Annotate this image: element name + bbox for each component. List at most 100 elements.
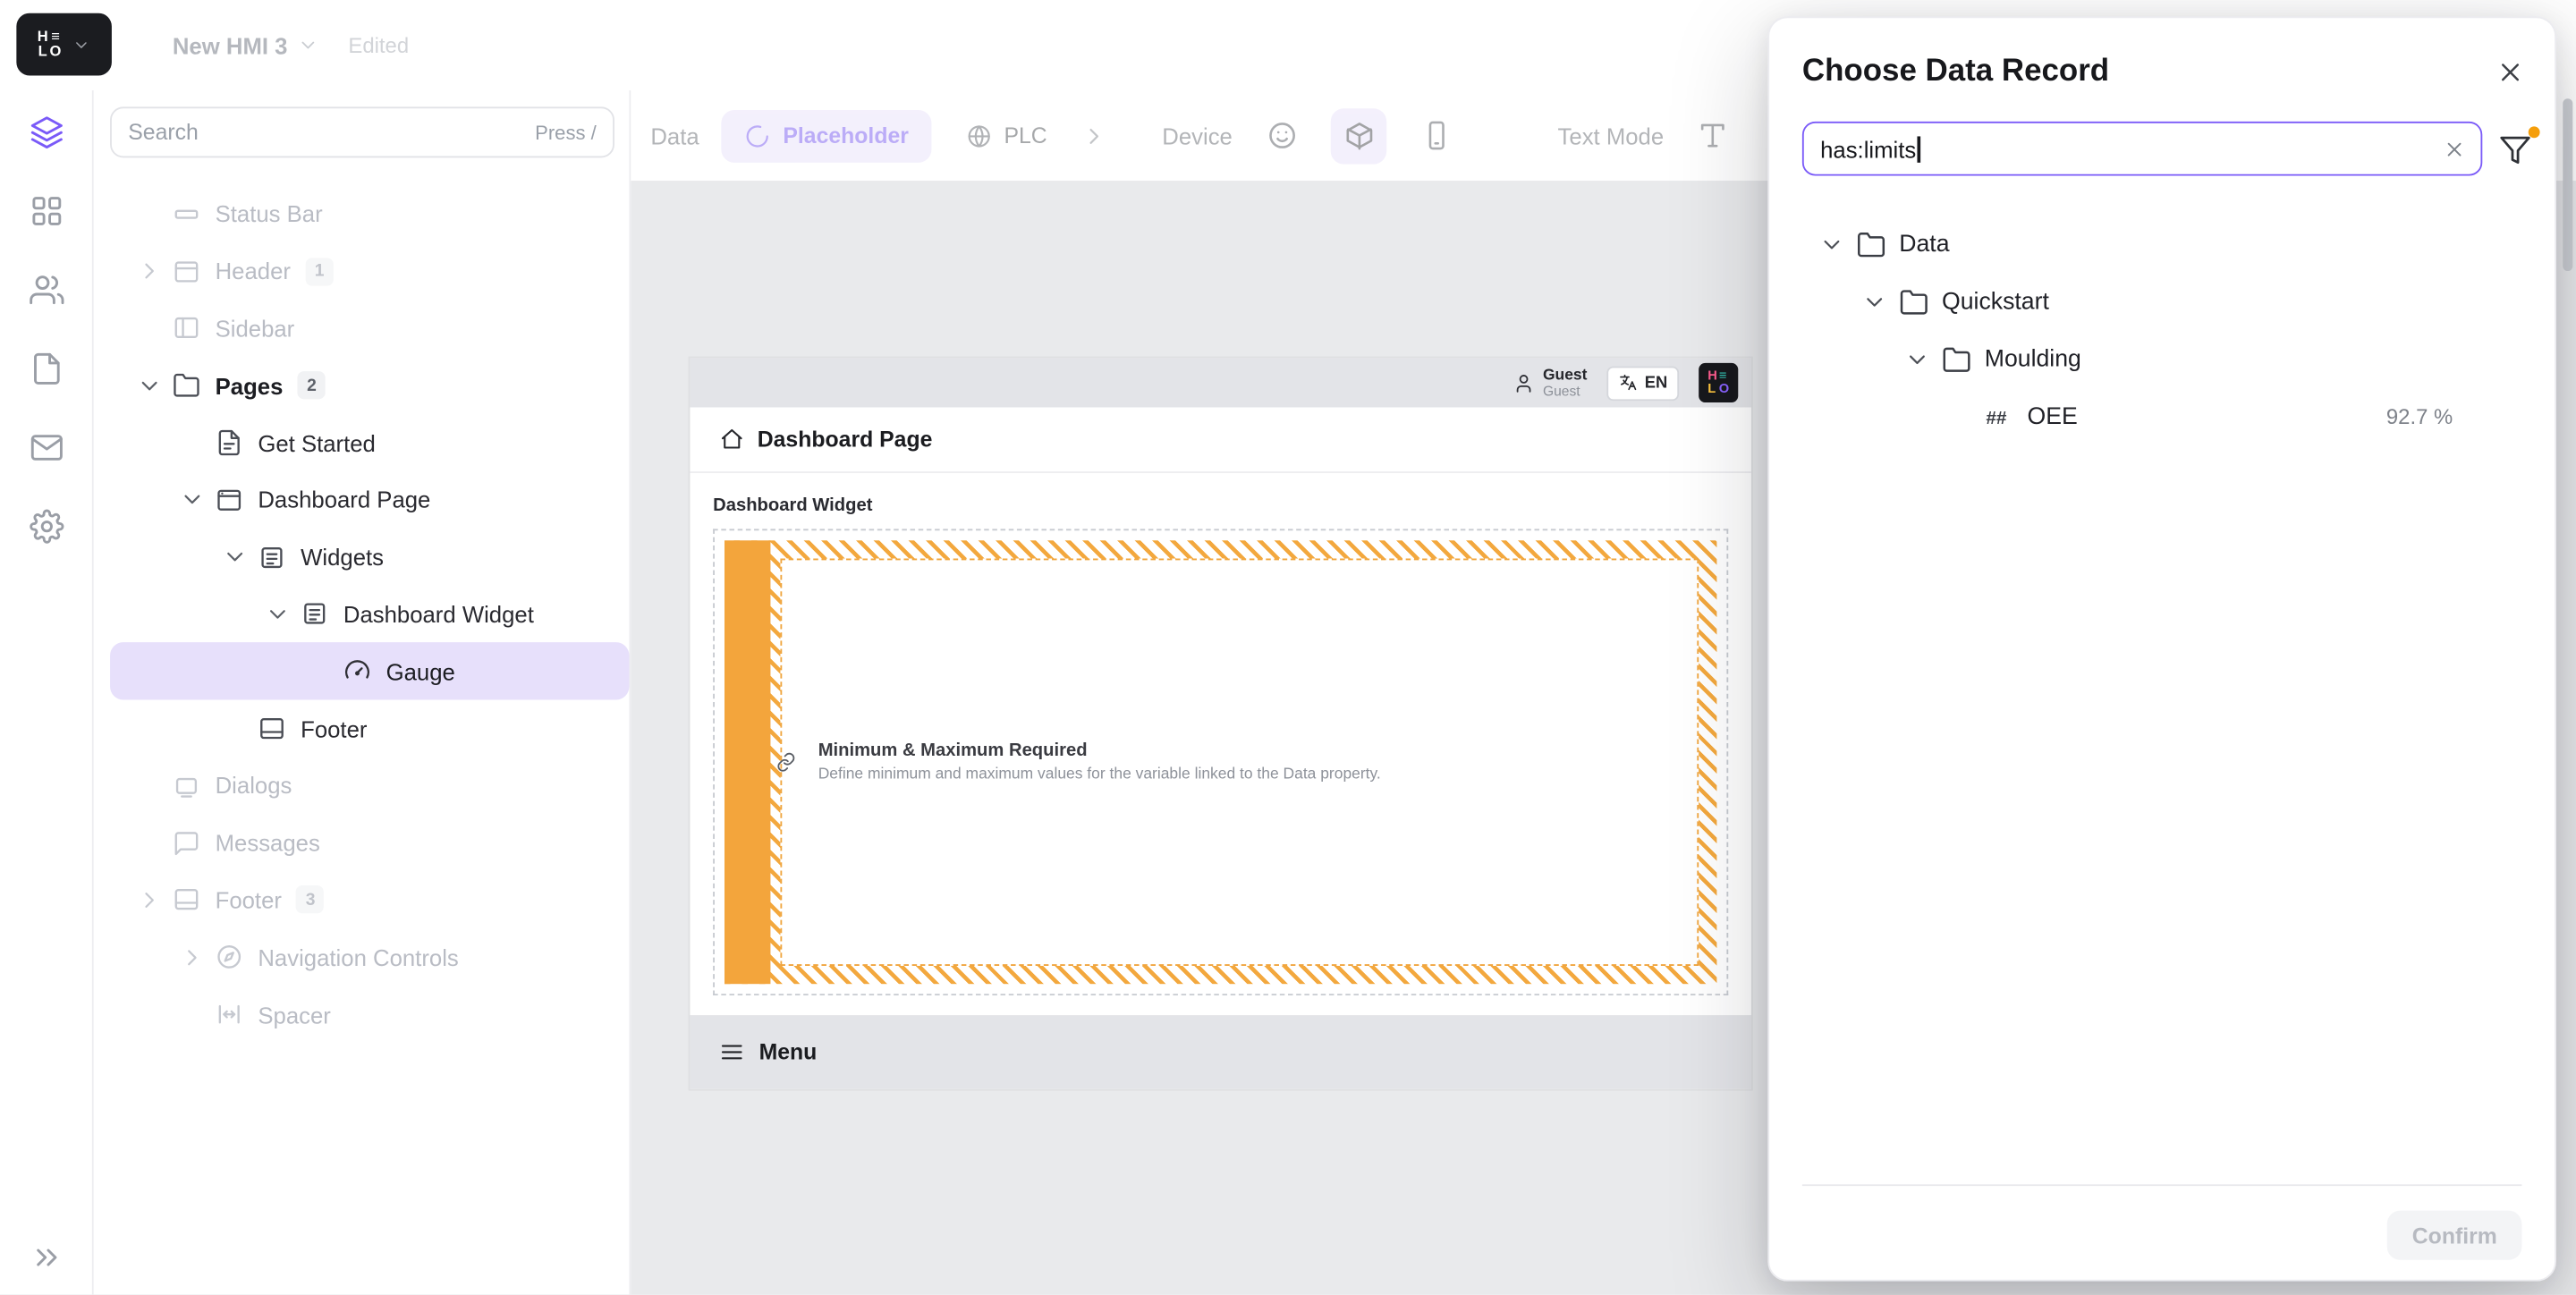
hmi-preview: Guest Guest EN H≡ LO Dashboar — [690, 358, 1751, 1088]
preview-page-body: Dashboard Widget Minimum & Maximum Requi… — [690, 473, 1751, 1015]
helio-logo: H≡ LO — [38, 30, 62, 59]
warning-accent-bar — [724, 540, 770, 984]
settings-icon[interactable] — [29, 509, 64, 544]
confirm-button[interactable]: Confirm — [2387, 1211, 2521, 1260]
close-icon[interactable] — [2496, 57, 2525, 87]
data-record-search-input[interactable]: has:limits — [1802, 122, 2482, 176]
preview-user-button[interactable]: Guest Guest — [1513, 368, 1588, 399]
status-bar-icon — [173, 200, 200, 228]
tree-row-oee[interactable]: ## OEE 92.7 % — [1802, 387, 2521, 444]
count-badge: 3 — [296, 886, 324, 914]
chevron-down-icon[interactable] — [179, 487, 205, 512]
tree-row-footer-root[interactable]: Footer 3 — [110, 872, 629, 929]
project-name: New HMI 3 — [173, 32, 288, 58]
chevron-right-icon[interactable] — [136, 887, 162, 913]
chevron-right-icon[interactable] — [179, 944, 205, 970]
folder-icon — [1942, 344, 1971, 374]
folder-icon — [1899, 287, 1928, 317]
layers-tree: Status Bar Header 1 Sidebar Pages 2 — [94, 186, 630, 1044]
tree-row-pages[interactable]: Pages 2 — [110, 357, 629, 414]
chevron-down-icon — [297, 35, 318, 56]
filter-icon[interactable] — [2499, 133, 2532, 166]
emoji-device-button[interactable] — [1254, 107, 1309, 163]
spacer-icon — [216, 1001, 243, 1028]
tree-row-gauge-selected[interactable]: Gauge — [110, 643, 629, 700]
tree-row-dashboard-page[interactable]: Dashboard Page — [110, 471, 629, 529]
messages-icon[interactable] — [29, 430, 64, 465]
expand-panel-icon[interactable] — [30, 1240, 64, 1275]
gauge-widget-selection[interactable]: Minimum & Maximum Required Define minimu… — [713, 529, 1728, 995]
preview-status-bar: Guest Guest EN H≡ LO — [690, 358, 1751, 407]
scrollbar-thumb[interactable] — [2563, 98, 2572, 271]
search-query-text: has:limits — [1820, 136, 1916, 162]
translate-icon — [1618, 373, 1638, 393]
plc-data-button[interactable]: PLC — [953, 109, 1061, 162]
chevron-down-icon[interactable] — [222, 544, 248, 570]
page-icon — [216, 429, 243, 457]
save-status: Edited — [348, 33, 409, 58]
tree-row-messages[interactable]: Messages — [110, 815, 629, 872]
dialogs-icon — [173, 772, 200, 800]
smiley-icon — [1267, 120, 1298, 151]
tree-row-get-started[interactable]: Get Started — [110, 414, 629, 471]
components-icon[interactable] — [29, 194, 64, 229]
svg-text:##: ## — [1986, 407, 2006, 427]
tree-row-footer[interactable]: Footer — [110, 700, 629, 758]
tree-row-moulding[interactable]: Moulding — [1802, 330, 2521, 387]
data-label: Data — [650, 123, 699, 148]
chevron-down-icon[interactable] — [136, 373, 162, 399]
count-badge: 1 — [305, 258, 333, 285]
dashboard-page-icon — [216, 486, 243, 513]
footer-icon — [258, 715, 285, 742]
layers-panel: Press / Status Bar Header 1 Sidebar — [94, 90, 631, 1294]
device-label: Device — [1162, 123, 1233, 148]
preview-helio-logo: H≡ LO — [1699, 363, 1738, 402]
chevron-down-icon[interactable] — [1818, 231, 1844, 257]
choose-data-record-dialog: Choose Data Record has:limits Data Quick… — [1767, 16, 2556, 1281]
folder-icon — [1857, 229, 1886, 258]
toolbar-expand-icon[interactable] — [1081, 123, 1107, 148]
tree-row-spacer[interactable]: Spacer — [110, 986, 629, 1043]
count-badge: 2 — [298, 372, 326, 400]
chevron-down-icon[interactable] — [1904, 346, 1930, 372]
tree-row-widgets[interactable]: Widgets — [110, 529, 629, 586]
globe-icon — [966, 123, 992, 148]
tree-row-dialogs[interactable]: Dialogs — [110, 758, 629, 815]
navigation-controls-icon — [216, 944, 243, 971]
chevron-down-icon[interactable] — [1861, 288, 1887, 314]
warning-title: Minimum & Maximum Required — [818, 741, 1381, 760]
layers-panel-icon[interactable] — [29, 115, 64, 150]
text-mode-toggle[interactable] — [1685, 107, 1741, 163]
tree-row-sidebar[interactable]: Sidebar — [110, 300, 629, 357]
placeholder-data-button[interactable]: Placeholder — [721, 109, 932, 162]
chevron-right-icon[interactable] — [136, 258, 162, 284]
preview-menu-button[interactable]: Menu — [690, 1015, 1751, 1089]
tree-row-status-bar[interactable]: Status Bar — [110, 186, 629, 243]
tree-row-dashboard-widget[interactable]: Dashboard Widget — [110, 586, 629, 643]
tree-row-header[interactable]: Header 1 — [110, 242, 629, 300]
widget-icon — [301, 600, 328, 628]
warning-panel: Minimum & Maximum Required Define minimu… — [780, 558, 1699, 966]
tree-row-data[interactable]: Data — [1802, 216, 2521, 273]
project-title-menu[interactable]: New HMI 3 Edited — [173, 32, 409, 58]
dialog-title: Choose Data Record — [1802, 55, 2109, 90]
search-input[interactable] — [128, 120, 521, 145]
tree-row-navigation-controls[interactable]: Navigation Controls — [110, 928, 629, 986]
clear-search-icon[interactable] — [2443, 137, 2466, 160]
app-window: H≡ LO New HMI 3 Edited Press / — [0, 0, 2576, 1294]
chevron-down-icon[interactable] — [265, 601, 291, 627]
dialog-divider — [1802, 1184, 2521, 1186]
type-icon — [1698, 120, 1729, 151]
gauge-icon — [343, 657, 371, 685]
user-icon — [1513, 372, 1535, 394]
users-icon[interactable] — [29, 273, 64, 308]
desktop-device-button[interactable] — [1331, 107, 1386, 163]
tree-row-quickstart[interactable]: Quickstart — [1802, 273, 2521, 330]
warning-description: Define minimum and maximum values for th… — [818, 766, 1381, 783]
placeholder-icon — [743, 123, 769, 148]
app-logo-menu[interactable]: H≡ LO — [16, 13, 112, 76]
mobile-device-button[interactable] — [1408, 107, 1463, 163]
preview-language-button[interactable]: EN — [1606, 366, 1679, 401]
files-icon[interactable] — [29, 351, 64, 386]
text-cursor — [1918, 136, 1920, 162]
